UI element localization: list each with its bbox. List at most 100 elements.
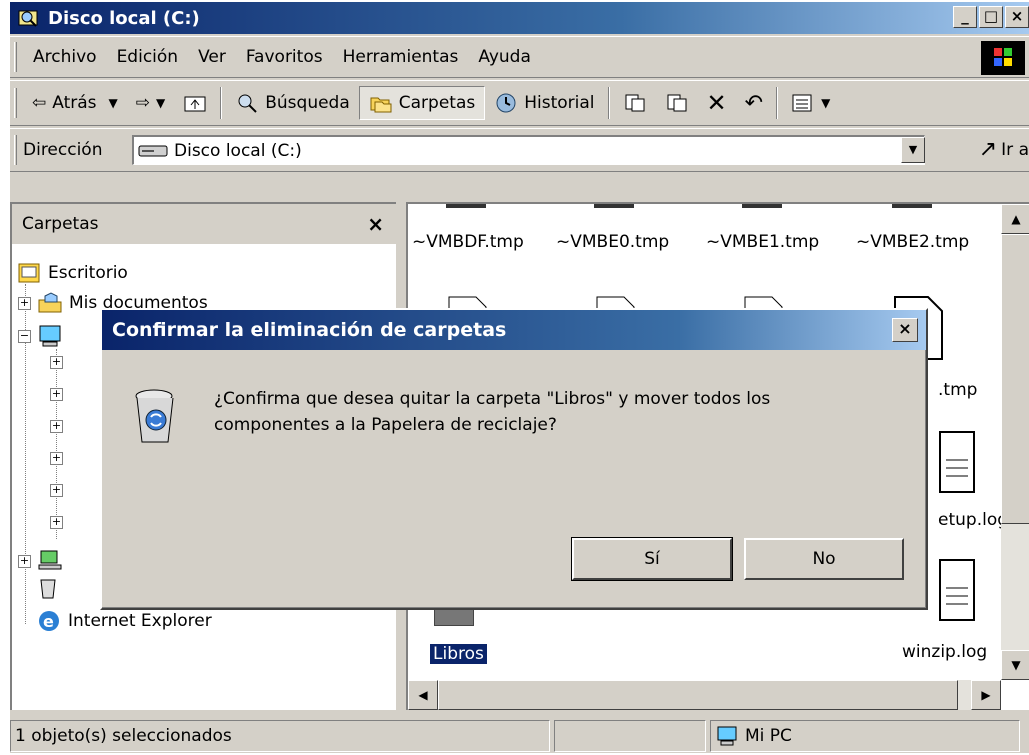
address-input[interactable]: Disco local (C:): [132, 135, 925, 165]
expand-icon[interactable]: +: [50, 484, 63, 497]
move-to-button[interactable]: [614, 86, 656, 120]
scroll-up-icon[interactable]: ▲: [1001, 204, 1029, 234]
svg-text:e: e: [43, 612, 54, 631]
collapse-icon[interactable]: −: [18, 329, 31, 343]
views-icon: [792, 94, 812, 112]
dialog-titlebar[interactable]: Confirmar la eliminación de carpetas: [102, 310, 926, 350]
scroll-left-icon[interactable]: ◀: [408, 680, 438, 710]
windows-logo-icon: [981, 41, 1025, 75]
menu-bar: Archivo Edición Ver Favoritos Herramient…: [10, 36, 1029, 78]
file-item[interactable]: ~VMBDF.tmp: [412, 232, 524, 252]
search-button[interactable]: Búsqueda: [226, 86, 359, 120]
views-dropdown-icon[interactable]: ▼: [821, 96, 830, 110]
log-file-icon: [939, 559, 975, 621]
hscroll-thumb[interactable]: [438, 680, 958, 710]
scroll-down-icon[interactable]: ▼: [1001, 650, 1029, 680]
menu-ver[interactable]: Ver: [188, 47, 236, 67]
undo-button[interactable]: ↶: [736, 86, 772, 120]
search-label: Búsqueda: [265, 93, 350, 113]
expand-icon[interactable]: +: [50, 516, 63, 529]
history-icon: [496, 93, 516, 113]
tree-subitem[interactable]: +: [50, 516, 63, 529]
forward-dropdown-icon[interactable]: ▼: [156, 96, 165, 110]
confirm-delete-dialog: Confirmar la eliminación de carpetas × ¿…: [100, 308, 928, 610]
expand-icon[interactable]: +: [18, 296, 31, 310]
tree-subitem[interactable]: +: [50, 484, 63, 497]
status-zone: Mi PC: [710, 720, 1020, 752]
tree-item-network[interactable]: +: [18, 549, 63, 573]
network-places-icon: [38, 550, 62, 570]
tree-item-internet-explorer[interactable]: e Internet Explorer: [36, 608, 212, 634]
drive-search-icon: [18, 10, 38, 27]
selected-folder-libros[interactable]: Libros: [430, 644, 487, 664]
file-item[interactable]: ~VMBE2.tmp: [856, 232, 969, 252]
file-item[interactable]: etup.log: [938, 510, 1008, 530]
folders-icon: [370, 97, 392, 113]
expand-icon[interactable]: +: [50, 452, 63, 465]
maximize-button[interactable]: □: [979, 6, 1003, 28]
yes-button[interactable]: Sí: [571, 537, 733, 581]
recycle-bin-icon: [135, 389, 174, 443]
window-titlebar[interactable]: Disco local (C:) _ □ ×: [10, 2, 1029, 34]
folders-button[interactable]: Carpetas: [358, 86, 486, 120]
close-button[interactable]: ×: [1005, 6, 1029, 28]
menu-edicion[interactable]: Edición: [107, 47, 189, 67]
folders-pane-close-icon[interactable]: ×: [367, 212, 384, 236]
internet-explorer-icon: e: [39, 611, 59, 631]
menu-ayuda[interactable]: Ayuda: [468, 47, 541, 67]
tree-item-recycle-bin[interactable]: [36, 576, 60, 600]
views-button[interactable]: ▼: [782, 86, 839, 120]
dialog-message-line: componentes a la Papelera de reciclaje?: [214, 415, 557, 435]
tree-subitem[interactable]: +: [50, 388, 63, 401]
file-item[interactable]: .tmp: [938, 380, 977, 400]
tree-connector: [56, 349, 57, 539]
my-computer-icon: [717, 726, 737, 746]
scroll-thumb[interactable]: [1001, 234, 1029, 524]
toolbar-separator: [776, 87, 779, 119]
dialog-message-line: ¿Confirma que desea quitar la carpeta "L…: [214, 389, 771, 409]
address-dropdown-icon[interactable]: ▼: [901, 137, 925, 163]
expand-icon[interactable]: +: [50, 388, 63, 401]
up-folder-button[interactable]: [174, 86, 216, 120]
menu-herramientas[interactable]: Herramientas: [333, 47, 469, 67]
toolbar-separator: [607, 87, 610, 119]
go-button[interactable]: ↗ Ir a: [979, 137, 1029, 162]
file-icon-partial: [594, 204, 634, 208]
forward-arrow-icon: ⇨: [135, 93, 150, 113]
address-grip[interactable]: [14, 135, 17, 165]
log-file-icon: [939, 431, 975, 493]
tree-subitem[interactable]: +: [50, 356, 63, 369]
menu-grip[interactable]: [14, 42, 17, 72]
back-button[interactable]: ⇦ Atrás ▼: [23, 86, 127, 120]
vertical-scrollbar[interactable]: ▲ ▼: [1001, 204, 1029, 680]
expand-icon[interactable]: +: [18, 554, 31, 568]
copy-to-button[interactable]: [656, 86, 698, 120]
file-item[interactable]: ~VMBE1.tmp: [706, 232, 819, 252]
minimize-button[interactable]: _: [953, 6, 977, 28]
undo-icon: ↶: [744, 90, 764, 116]
dialog-title: Confirmar la eliminación de carpetas: [112, 319, 507, 341]
tree-item-mi-pc[interactable]: −: [18, 324, 63, 348]
address-value: Disco local (C:): [174, 140, 302, 161]
horizontal-scrollbar[interactable]: ◀ ▶: [408, 680, 1001, 710]
history-button[interactable]: Historial: [485, 86, 603, 120]
file-item[interactable]: ~VMBE0.tmp: [556, 232, 669, 252]
delete-button[interactable]: ✕: [698, 86, 736, 120]
expand-icon[interactable]: +: [50, 420, 63, 433]
toolbar-grip[interactable]: [14, 88, 17, 118]
file-item[interactable]: winzip.log: [902, 642, 987, 662]
tree-item-escritorio[interactable]: Escritorio: [18, 262, 128, 284]
tree-subitem[interactable]: +: [50, 452, 63, 465]
no-button[interactable]: No: [744, 538, 904, 580]
go-label: Ir a: [1001, 139, 1029, 160]
scroll-right-icon[interactable]: ▶: [971, 680, 1001, 710]
expand-icon[interactable]: +: [50, 356, 63, 369]
menu-archivo[interactable]: Archivo: [23, 47, 107, 67]
dialog-close-button[interactable]: ×: [892, 318, 918, 342]
copy-to-icon: [667, 94, 687, 112]
menu-favoritos[interactable]: Favoritos: [236, 47, 333, 67]
forward-button[interactable]: ⇨ ▼: [127, 86, 174, 120]
hard-drive-icon: [138, 145, 168, 156]
back-dropdown-icon[interactable]: ▼: [109, 96, 118, 110]
tree-subitem[interactable]: +: [50, 420, 63, 433]
